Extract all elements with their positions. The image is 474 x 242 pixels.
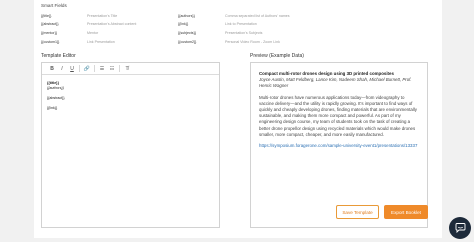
smart-field-desc: Presentation's Title [87,14,118,18]
preview-link[interactable]: https://symposium.foragerone.com/sample-… [259,143,419,149]
link-icon[interactable]: 🔗 [82,64,92,74]
smart-field-desc: Comma separated list of Authors' names [225,14,290,18]
toolbar-divider [119,65,120,72]
smart-field-token: {{custom2}} [178,40,197,44]
smart-field-desc: Link Presentation [87,40,115,44]
preview-panel: Compact multi-rotor drones design using … [250,62,428,228]
clear-format-icon[interactable]: T̸ [122,64,132,74]
template-editor-label: Template Editor [41,53,76,59]
bullet-list-icon[interactable]: ☷ [107,64,117,74]
ordered-list-icon[interactable]: ☰ [97,64,107,74]
smart-field-row[interactable]: {{title}} Presentation's Title [41,14,117,18]
save-template-button[interactable]: Save Template [336,205,379,219]
smart-field-token: {{title}} [41,14,52,18]
smart-field-token: {{subjects}} [178,31,196,35]
preview-abstract: Multi-rotor drones have numerous applica… [259,94,417,137]
bold-icon[interactable]: B [47,64,57,74]
smart-field-token: {{authors}} [178,14,195,18]
smart-field-token: {{custom1}} [41,40,60,44]
smart-field-row[interactable]: {{abstract}} Presentation's Abstract cont… [41,22,136,26]
smart-fields-title: Smart Fields [41,3,67,8]
export-booklet-button[interactable]: Export Booklet [384,205,428,219]
smart-field-token: {{abstract}} [41,22,59,26]
italic-icon[interactable]: I [57,64,67,74]
smart-field-row[interactable]: {{link}} Link to Presentation [178,22,257,26]
smart-field-row[interactable]: {{authors}} Comma separated list of Autho… [178,14,290,18]
smart-field-row[interactable]: {{custom1}} Link Presentation [41,40,115,44]
toolbar-divider [94,65,95,72]
smart-field-desc: Mentor [87,31,99,35]
preview-authors: Joyce Austin, Matt Feldberg, Lance Kim, … [259,77,412,89]
smart-field-token: {{mentor}} [41,31,57,35]
smart-field-desc: Link to Presentation [225,22,257,26]
smart-field-token: {{link}} [178,22,189,26]
preview-label: Preview (Example Data) [250,53,304,59]
smart-field-row[interactable]: {{custom2}} Personal Video Room - Zoom Li… [178,40,280,44]
editor-line: {{link}} [47,106,58,110]
smart-field-desc: Presentation's Abstract content [87,22,137,26]
chat-button[interactable] [449,217,471,239]
editor-toolbar: B I U 🔗 ☰ ☷ T̸ [42,63,219,75]
template-editor[interactable]: B I U 🔗 ☰ ☷ T̸ {{title}} {{authors}} {{a… [41,62,220,228]
smart-field-desc: Personal Video Room - Zoom Link [225,40,280,44]
toolbar-divider [79,65,80,72]
chat-icon [455,223,465,233]
smart-field-desc: Presentation's Subjects [225,31,263,35]
smart-field-row[interactable]: {{subjects}} Presentation's Subjects [178,31,262,35]
smart-field-row[interactable]: {{mentor}} Mentor [41,31,98,35]
underline-icon[interactable]: U [67,64,77,74]
editor-content[interactable]: {{title}} {{authors}} {{abstract}} {{lin… [42,75,219,117]
